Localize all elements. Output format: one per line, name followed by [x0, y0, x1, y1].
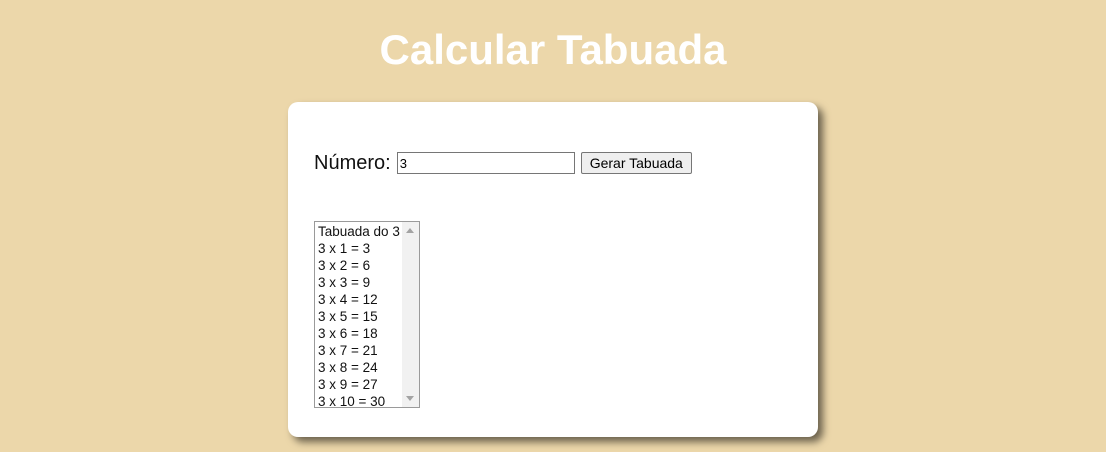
number-row: Número: Gerar Tabuada: [314, 150, 692, 176]
page-title: Calcular Tabuada: [379, 26, 727, 73]
list-item[interactable]: 3 x 2 = 6: [318, 257, 400, 274]
list-item[interactable]: 3 x 3 = 9: [318, 274, 400, 291]
calculator-card: Número: Gerar Tabuada Tabuada do 3 3 x 1…: [288, 102, 818, 437]
list-item[interactable]: 3 x 10 = 30: [318, 393, 400, 407]
list-item[interactable]: 3 x 1 = 3: [318, 240, 400, 257]
number-input[interactable]: [396, 152, 575, 174]
list-item[interactable]: 3 x 6 = 18: [318, 325, 400, 342]
multiplication-table-listbox[interactable]: Tabuada do 3 3 x 1 = 3 3 x 2 = 6 3 x 3 =…: [314, 221, 420, 408]
number-label: Número:: [314, 151, 391, 174]
scroll-down-arrow-icon[interactable]: [406, 396, 414, 401]
listbox-scrollbar[interactable]: [402, 222, 419, 407]
list-item[interactable]: 3 x 4 = 12: [318, 291, 400, 308]
list-item[interactable]: 3 x 8 = 24: [318, 359, 400, 376]
list-item[interactable]: 3 x 5 = 15: [318, 308, 400, 325]
scroll-up-arrow-icon[interactable]: [406, 228, 414, 233]
table-options: Tabuada do 3 3 x 1 = 3 3 x 2 = 6 3 x 3 =…: [318, 223, 400, 407]
list-item[interactable]: 3 x 9 = 27: [318, 376, 400, 393]
list-item[interactable]: 3 x 7 = 21: [318, 342, 400, 359]
generate-table-button[interactable]: Gerar Tabuada: [580, 152, 692, 174]
list-item[interactable]: Tabuada do 3: [318, 223, 400, 240]
